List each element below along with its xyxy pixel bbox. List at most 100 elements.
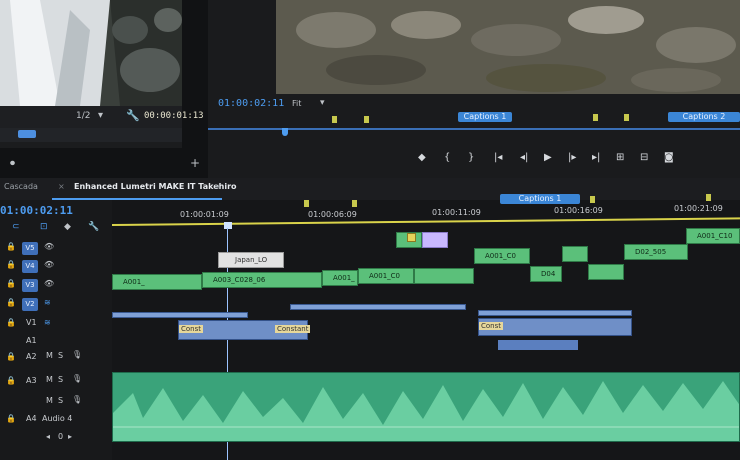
clip-v3[interactable]: D04 xyxy=(530,266,562,282)
clip-v3[interactable]: A003_C028_06 xyxy=(202,272,322,288)
playhead-handle[interactable] xyxy=(224,222,232,229)
clip-v4[interactable]: D02_505 xyxy=(624,244,688,260)
tab-enhanced-lumetri[interactable]: Enhanced Lumetri MAKE IT Takehiro xyxy=(74,182,237,191)
clip-v3[interactable] xyxy=(588,264,624,280)
timeline-panel: Cascada × Enhanced Lumetri MAKE IT Takeh… xyxy=(0,178,740,460)
step-back-icon[interactable]: ◂| xyxy=(520,152,528,163)
lock-icon[interactable]: 🔒 xyxy=(6,318,16,327)
clip-v4-graphic[interactable]: Japan_LO xyxy=(218,252,284,268)
track-toggle-v2[interactable]: V2 xyxy=(22,298,38,311)
solo-button[interactable]: S xyxy=(58,351,63,360)
transport-controls: ◆ { } |◂ ◂| ▶ |▸ ▸| ⊞ ⊟ ◙ xyxy=(418,152,738,166)
track-label-a1: A1 xyxy=(26,336,37,345)
caption-track-clip[interactable]: Captions 1 xyxy=(500,194,580,204)
tab-menu-icon[interactable]: ≡ xyxy=(214,182,221,191)
clip-v3[interactable]: A001_ xyxy=(112,274,202,290)
nest-icon[interactable]: ⊂ xyxy=(12,222,20,232)
source-page[interactable]: 1/2 xyxy=(76,111,90,121)
track-toggle-v4[interactable]: V4 xyxy=(22,260,38,273)
clip-v3[interactable]: A001_ xyxy=(322,270,358,286)
go-to-in-icon[interactable]: |◂ xyxy=(494,152,502,163)
mute-button[interactable]: M xyxy=(46,375,53,384)
lock-icon[interactable]: 🔒 xyxy=(6,352,16,361)
clip-v3[interactable] xyxy=(414,268,474,284)
wrench-icon[interactable]: 🔧 xyxy=(88,222,99,232)
eye-icon[interactable]: 👁 xyxy=(44,242,54,251)
clip-v4[interactable]: A001_C0 xyxy=(474,248,530,264)
play-icon[interactable]: ▶ xyxy=(544,152,552,163)
track-headers: 01:00:02:11 ⊂ ⊡ ◆ 🔧 🔒 V5 👁 🔒 V4 👁 🔒 V3 👁… xyxy=(0,200,112,460)
fit-dropdown[interactable]: Fit xyxy=(292,99,301,108)
go-to-out-icon[interactable]: ▸| xyxy=(592,152,600,163)
caption-marker[interactable]: Captions 1 xyxy=(458,112,512,122)
marker[interactable] xyxy=(593,114,598,121)
clip-a3[interactable] xyxy=(498,340,578,350)
lock-icon[interactable]: 🔒 xyxy=(6,414,16,423)
eye-icon[interactable]: 👁 xyxy=(44,279,54,288)
mic-icon[interactable]: 🎙 xyxy=(72,374,82,383)
sync-lock-icon[interactable]: ≋ xyxy=(44,298,51,307)
fit-dropdown-arrow-icon[interactable]: ▾ xyxy=(320,98,325,108)
mic-icon[interactable]: 🎙 xyxy=(72,395,82,404)
program-video-frame xyxy=(276,0,740,94)
lock-icon[interactable]: 🔒 xyxy=(6,298,16,307)
mic-icon[interactable]: 🎙 xyxy=(72,350,82,359)
marker-icon[interactable]: ◆ xyxy=(64,222,71,232)
wrench-icon[interactable]: 🔧 xyxy=(126,109,140,122)
lock-icon[interactable]: 🔒 xyxy=(6,376,16,385)
clip-a4-audio[interactable] xyxy=(112,372,740,442)
add-button-icon[interactable]: + xyxy=(190,156,200,170)
marker[interactable] xyxy=(364,116,369,123)
marker[interactable] xyxy=(352,200,357,207)
tab-cascada[interactable]: Cascada xyxy=(4,182,38,191)
timeline-tracks-area[interactable]: 01:00:01:09 01:00:06:09 01:00:11:09 01:0… xyxy=(111,194,740,460)
in-point-icon[interactable]: { xyxy=(444,152,450,163)
eye-icon[interactable]: 👁 xyxy=(44,260,54,269)
clip-a2[interactable]: Const xyxy=(478,318,632,336)
export-frame-icon[interactable]: ◙ xyxy=(664,152,674,163)
mute-button[interactable]: M xyxy=(46,396,53,405)
source-ruler[interactable] xyxy=(0,128,182,142)
marker[interactable] xyxy=(590,196,595,203)
marker-icon[interactable]: ◆ xyxy=(418,152,426,163)
clip-a1[interactable] xyxy=(290,304,466,310)
ruler-label: 01:00:11:09 xyxy=(432,208,481,217)
clip-v3[interactable]: A001_C0 xyxy=(358,268,414,284)
lock-icon[interactable]: 🔒 xyxy=(6,242,16,251)
camera-icon[interactable]: ⏺ xyxy=(10,158,15,169)
snap-icon[interactable]: ⊡ xyxy=(40,222,48,232)
extract-icon[interactable]: ⊟ xyxy=(640,152,648,163)
clip-v5[interactable]: A001_C10 xyxy=(686,228,740,244)
keyframe-next-icon[interactable]: ▸ xyxy=(68,432,72,441)
clip-a1[interactable] xyxy=(478,310,632,316)
clip-v5[interactable] xyxy=(422,232,448,248)
ruler-label: 01:00:01:09 xyxy=(180,210,229,219)
lift-icon[interactable]: ⊞ xyxy=(616,152,624,163)
program-playhead[interactable] xyxy=(282,128,288,136)
clip-v5[interactable] xyxy=(396,232,422,248)
mute-button[interactable]: M xyxy=(46,351,53,360)
clip-a1[interactable] xyxy=(112,312,248,318)
program-ruler[interactable]: Captions 1 Captions 2 xyxy=(208,108,740,136)
step-forward-icon[interactable]: |▸ xyxy=(568,152,576,163)
marker[interactable] xyxy=(706,194,711,201)
clip-v4[interactable] xyxy=(562,246,588,262)
clip-a2[interactable]: Const Constant xyxy=(178,320,311,340)
track-toggle-v3[interactable]: V3 xyxy=(22,279,38,292)
close-icon[interactable]: × xyxy=(58,182,65,191)
sync-lock-icon[interactable]: ≋ xyxy=(44,318,51,327)
solo-button[interactable]: S xyxy=(58,375,63,384)
source-dropdown-icon[interactable]: ▾ xyxy=(98,110,103,121)
out-point-icon[interactable]: } xyxy=(468,152,474,163)
marker[interactable] xyxy=(304,200,309,207)
solo-button[interactable]: S xyxy=(58,396,63,405)
lock-icon[interactable]: 🔒 xyxy=(6,279,16,288)
marker[interactable] xyxy=(624,114,629,121)
caption-marker[interactable]: Captions 2 xyxy=(668,112,740,122)
track-toggle-v5[interactable]: V5 xyxy=(22,242,38,255)
marker[interactable] xyxy=(332,116,337,123)
audio-waveform xyxy=(113,381,739,441)
source-playhead[interactable] xyxy=(18,130,36,138)
keyframe-prev-icon[interactable]: ◂ xyxy=(46,432,50,441)
lock-icon[interactable]: 🔒 xyxy=(6,260,16,269)
